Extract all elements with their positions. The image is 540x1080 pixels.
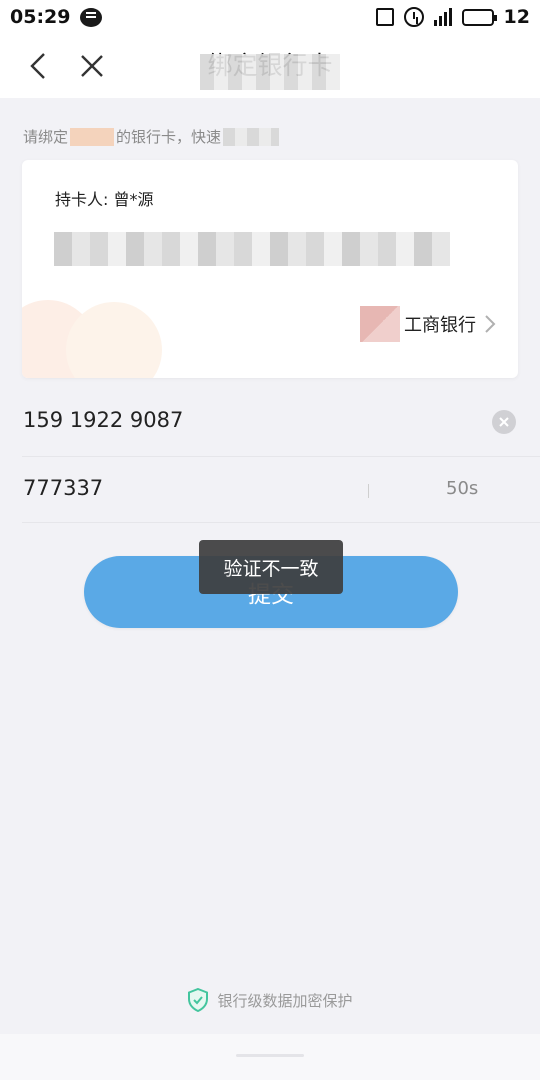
resend-countdown[interactable]: 50s [446,478,478,499]
divider [368,484,369,498]
security-text: 银行级数据加密保护 [217,991,353,1010]
message-notification-icon [80,7,103,27]
bottom-bar [0,1034,540,1080]
home-indicator[interactable] [236,1054,304,1057]
battery-icon [461,8,497,26]
bank-logo [360,306,400,342]
cellular-signal-icon [433,8,452,26]
divider [22,456,540,457]
phone-input[interactable]: 159 1922 9087 [23,408,423,432]
card-holder: 持卡人: 曾*源 [55,190,154,209]
shield-icon [188,988,209,1012]
redacted-name-blur [70,127,115,146]
vibrate-icon [375,8,394,26]
redacted-blur [200,54,340,90]
phone-row: 159 1922 9087 [0,398,540,450]
error-toast: 验证不一致 [199,540,343,594]
divider [22,522,540,523]
clear-icon[interactable] [492,410,516,434]
hint-middle: 的银行卡，快速 [116,128,222,146]
chevron-right-icon [480,314,500,334]
bank-card: 持卡人: 曾*源 工商银行 [22,160,518,378]
alarm-icon [403,7,424,27]
hint-prefix: 请绑定 [23,128,69,146]
security-note: 银行级数据加密保护 [0,988,540,1012]
code-row: 777337 50s [0,464,540,516]
status-indicators: 12 [375,6,530,28]
status-time: 05:29 [10,6,71,28]
bind-hint: 请绑定 的银行卡，快速 [23,126,280,147]
bank-selector[interactable]: 工商银行 [360,306,500,342]
bank-name: 工商银行 [404,315,476,336]
battery-level: 12 [503,6,530,28]
redacted-text-blur [223,127,280,146]
verification-code-input[interactable]: 777337 [23,476,103,500]
status-bar: 05:29 12 [0,0,540,34]
card-number-redacted [54,232,450,266]
